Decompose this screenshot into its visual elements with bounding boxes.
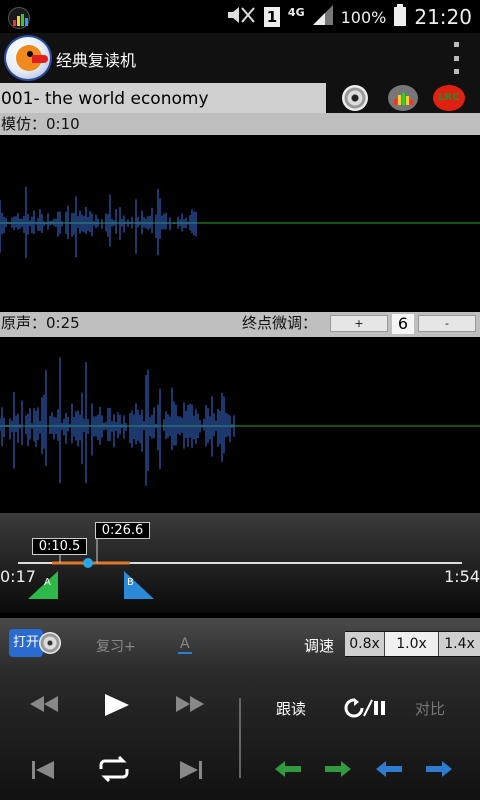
- battery-percent: 100%: [340, 7, 387, 27]
- total-time: 1:54: [444, 567, 480, 586]
- blue-left-arrow-icon[interactable]: [376, 761, 402, 777]
- endpoint-adjust-label: 终点微调：: [242, 314, 318, 332]
- imitation-waveform[interactable]: [0, 135, 480, 312]
- imitation-label: 模仿：0:10: [1, 115, 80, 133]
- rewind-icon[interactable]: [30, 696, 58, 717]
- controls-top: 打开 复习+ A 调速 0.8x 1.0x 1.4x: [0, 618, 480, 672]
- original-bar: 原声：0:25 终点微调： + 6 -: [0, 312, 480, 337]
- controls-bottom: 跟读 对比: [0, 672, 480, 800]
- marker-a-time: 0:10.5: [32, 538, 87, 555]
- speed-0-8x-button[interactable]: 0.8x: [345, 632, 385, 656]
- clock: 21:20: [414, 5, 472, 29]
- original-waveform[interactable]: [0, 337, 480, 513]
- speed-1-0x-button[interactable]: 1.0x: [385, 632, 439, 656]
- mute-icon: [226, 6, 256, 28]
- repeat-plus-button[interactable]: 复习+: [96, 636, 136, 656]
- track-name: 001- the world economy: [0, 83, 326, 113]
- endpoint-value: 6: [392, 314, 414, 334]
- fast-forward-icon[interactable]: [176, 696, 204, 717]
- timeline[interactable]: 0:10.5 0:26.6 0:17 1:54 A B: [0, 513, 480, 613]
- sim-icon: 1: [263, 7, 280, 27]
- next-icon[interactable]: [180, 761, 202, 784]
- loop-icon[interactable]: [95, 755, 133, 787]
- status-bar: 1 4G 100% 21:20: [0, 0, 480, 33]
- parrot-logo-icon[interactable]: [4, 35, 52, 81]
- endpoint-plus-button[interactable]: +: [330, 315, 388, 332]
- marker-a-label: A: [44, 577, 51, 588]
- status-right: 1 4G 100% 21:20: [226, 4, 472, 30]
- equalizer-notification-icon: [8, 7, 30, 29]
- cd-icon: [39, 632, 61, 654]
- disc-icon[interactable]: [342, 85, 368, 111]
- network-type: 4G: [287, 5, 305, 19]
- endpoint-minus-button[interactable]: -: [418, 315, 476, 332]
- open-button[interactable]: 打开: [9, 629, 61, 657]
- signal-icon: [312, 5, 333, 29]
- marker-b-label: B: [127, 577, 134, 588]
- previous-icon[interactable]: [32, 761, 54, 784]
- equalizer-icon[interactable]: [388, 85, 418, 111]
- compare-button[interactable]: 对比: [415, 698, 445, 719]
- play-icon[interactable]: [103, 694, 129, 721]
- current-start-time: 0:17: [0, 567, 36, 586]
- speed-selector: 0.8x 1.0x 1.4x: [345, 631, 480, 657]
- green-right-arrow-icon[interactable]: [325, 761, 351, 777]
- track-bar: 001- the world economy LRC: [0, 83, 480, 113]
- open-label: 打开: [9, 629, 43, 657]
- original-label: 原声：0:25: [1, 314, 80, 332]
- lrc-icon[interactable]: LRC: [433, 85, 465, 111]
- follow-read-button[interactable]: 跟读: [276, 698, 306, 719]
- replay-pause-icon[interactable]: [342, 698, 386, 723]
- speed-label: 调速: [304, 637, 335, 655]
- app-title: 经典复读机: [56, 51, 137, 70]
- divider: [239, 698, 241, 778]
- title-bar: 经典复读机: [0, 33, 480, 83]
- imitation-bar: 模仿：0:10: [0, 113, 480, 135]
- speed-1-4x-button[interactable]: 1.4x: [439, 632, 480, 656]
- font-a-button[interactable]: A: [178, 636, 192, 654]
- blue-right-arrow-icon[interactable]: [426, 761, 452, 777]
- menu-icon[interactable]: [450, 42, 462, 74]
- marker-b-time: 0:26.6: [95, 522, 150, 539]
- playhead-dot: [83, 558, 93, 568]
- battery-icon: [394, 4, 407, 30]
- green-left-arrow-icon[interactable]: [275, 761, 301, 777]
